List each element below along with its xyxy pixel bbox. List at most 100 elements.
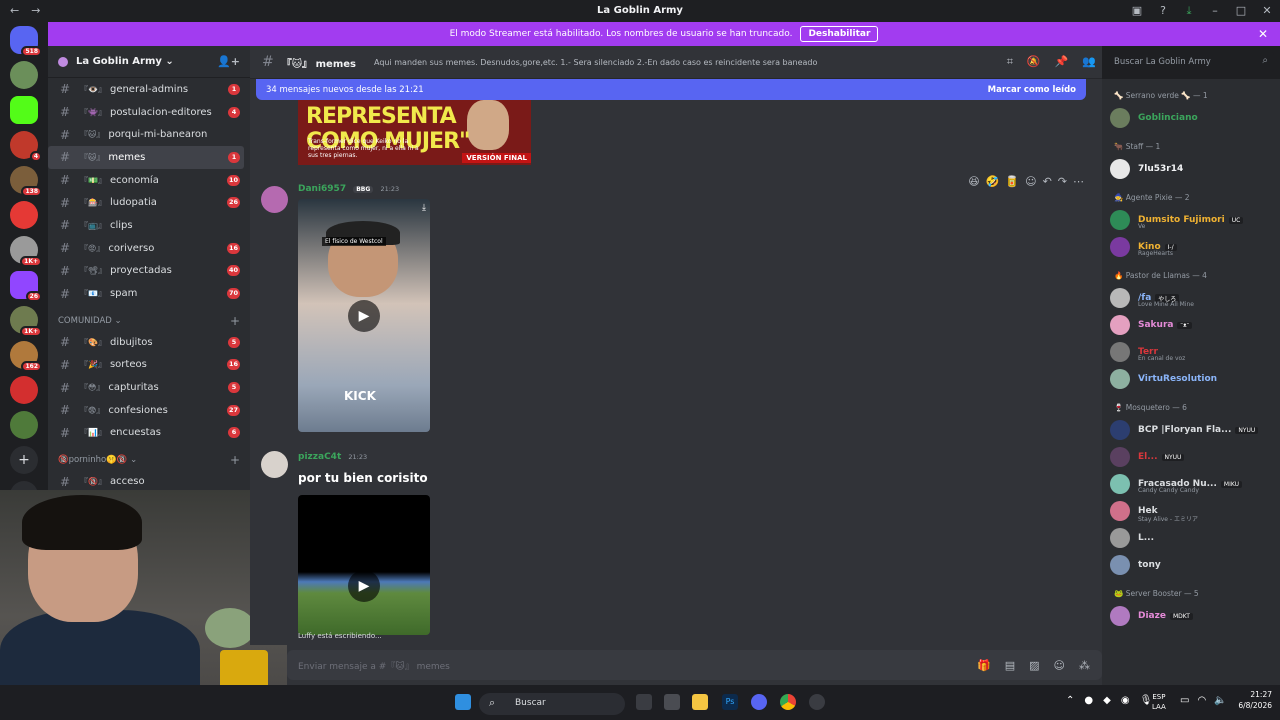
video-attachment[interactable]: ▶ [298,495,430,635]
kick-server-icon[interactable] [10,96,38,124]
member-item[interactable]: tony [1110,552,1276,578]
tray-expand-icon[interactable]: ⌃ [1066,695,1074,706]
minimize-icon[interactable]: – [1202,0,1228,21]
channel-item-acceso[interactable]: # 『🔞』 acceso [48,470,244,490]
invite-icon[interactable]: 👤+ [217,55,240,68]
channel-item-postulacion-editores[interactable]: # 『👾』 postulacion-editores 4 [48,101,244,124]
download-icon[interactable]: ⤓ [422,203,426,213]
notification-icon[interactable]: 🔕 [1027,55,1041,69]
pin-icon[interactable]: 📌 [1055,55,1069,69]
member-item[interactable]: Fracasado Nu... MIKU Candy Candy Candy [1110,471,1276,497]
channel-item-sorteos[interactable]: # 『🎉』 sorteos 16 [48,354,244,377]
tray-app-icon[interactable]: ◆ [1103,695,1111,706]
channel-item-economía[interactable]: # 『💵』 economía 10 [48,169,244,192]
download-icon[interactable]: ⤓ [1176,0,1202,21]
new-messages-bar[interactable]: 34 mensajes nuevos desde las 21:21 Marca… [256,79,1086,100]
message-author[interactable]: pizzaC4t 21:23 [298,452,367,462]
server-icon[interactable]: 138 [10,166,42,197]
channel-item-porqui-mi-banearon[interactable]: # 『🐱』 porqui-mi-banearon [48,123,244,146]
member-item[interactable]: VirtuResolution [1110,366,1276,392]
disable-button[interactable]: Deshabilitar [800,26,879,42]
avatar[interactable] [261,186,288,213]
channel-item-capturitas[interactable]: # 『😳』 capturitas 5 [48,376,244,399]
twitch-server-icon[interactable]: 26 [10,271,42,302]
chrome-icon[interactable] [780,694,796,710]
server-icon[interactable]: 1K+ [10,236,42,267]
clock[interactable]: 21:27 6/8/2026 [1238,689,1272,711]
server-icon[interactable]: 4 [10,131,42,162]
language-indicator[interactable]: ESP LAA [1152,692,1166,712]
channel-item-ludopatia[interactable]: # 『🎰』 ludopatia 26 [48,191,244,214]
guild-header[interactable]: La Goblin Army ⌄ 👤+ [48,46,250,78]
add-channel-icon[interactable]: + [230,314,240,328]
app-icon[interactable] [664,694,680,710]
channel-item-proyectadas[interactable]: # 『📽』 proyectadas 40 [48,260,244,283]
tray-app-icon[interactable]: ◉ [1121,695,1130,706]
play-icon[interactable]: ▶ [348,570,380,602]
add-channel-icon[interactable]: + [230,453,240,467]
threads-icon[interactable]: ⌗ [1007,55,1013,69]
channel-item-general-admins[interactable]: # 『👁️』 general-admins 1 [48,78,244,101]
meme-image[interactable]: REPRESENTA COMO MUJER" Trans-former dice… [298,100,531,165]
close-icon[interactable]: ✕ [1258,27,1268,41]
home-discord-icon[interactable]: 518 [10,26,42,57]
tray-app-icon[interactable]: ● [1084,695,1093,706]
app-icon[interactable] [809,694,825,710]
task-view-icon[interactable] [636,694,652,710]
mark-read-button[interactable]: Marcar como leído [988,85,1076,95]
gif-icon[interactable]: ▤ [1005,659,1015,672]
sticker-icon[interactable]: ▨ [1029,659,1039,672]
member-item[interactable]: Kino I-/RageHearts [1110,234,1276,260]
play-icon[interactable]: ▶ [348,299,380,332]
server-icon[interactable] [10,201,38,229]
member-item[interactable]: Dumsito Fujimori UC Ve [1110,207,1276,233]
member-item[interactable]: L... [1110,525,1276,551]
channel-topic[interactable]: Aqui manden sus memes. Desnudos,gore,etc… [374,58,817,67]
add-server-icon[interactable]: + [10,446,38,474]
inbox-icon[interactable]: ▣ [1124,0,1150,21]
server-icon[interactable] [10,376,38,404]
member-list-icon[interactable]: 👥 [1082,55,1096,69]
server-icon[interactable]: 1K+ [10,306,42,337]
server-icon[interactable]: 162 [10,341,42,372]
member-item[interactable]: BCP |Floryan Fla... NYUU [1110,417,1276,443]
server-icon[interactable] [10,411,38,439]
gift-icon[interactable]: 🎁 [977,659,991,672]
channel-item-confesiones[interactable]: # 『😨』 confesiones 27 [48,399,244,422]
message-input[interactable]: Enviar mensaje a #『🐱』 memes 🎁 ▤ ▨ ☺ ⁂ [287,650,1102,680]
avatar[interactable] [261,451,288,478]
member-item[interactable]: Hek Stay Alive - エミリア [1110,498,1276,524]
member-item[interactable]: El... NYUU [1110,444,1276,470]
photoshop-icon[interactable]: Ps [722,694,738,710]
member-item[interactable]: Terr En canal de voz [1110,339,1276,365]
wifi-icon[interactable]: ◠ [1197,695,1206,706]
member-item[interactable]: 7lu53r14 [1110,156,1276,182]
close-window-icon[interactable]: ✕ [1254,0,1280,21]
video-attachment[interactable]: El físico de Westcol ▶ KICK ⤓ [298,199,430,432]
server-icon[interactable] [10,61,38,89]
microphone-icon[interactable]: 🎙 [1140,695,1153,706]
taskbar-search[interactable]: ⌕ Buscar [479,693,625,715]
message-author[interactable]: Dani6957 BBG 21:23 [298,184,399,194]
search-input[interactable]: Buscar La Goblin Army ⌕ [1108,52,1274,72]
help-icon[interactable]: ? [1150,0,1176,21]
channel-item-clips[interactable]: # 『📺』 clips [48,214,244,237]
apps-icon[interactable]: ⁂ [1079,659,1090,672]
channel-item-spam[interactable]: # 『📧』 spam 70 [48,282,244,305]
member-item[interactable]: Diaze MDKT [1110,603,1276,629]
category-comunidad[interactable]: COMUNIDAD ⌄ + [48,311,250,331]
volume-icon[interactable]: 🔈 [1214,695,1226,706]
channel-item-encuestas[interactable]: # 『📊』 encuestas 6 [48,422,244,445]
category-porninho[interactable]: 🔞porninho🤫🔞 ⌄ + [48,450,250,470]
channel-item-dibujitos[interactable]: # 『🎨』 dibujitos 5 [48,331,244,354]
network-icon[interactable]: ▭ [1180,695,1189,706]
channel-item-coriverso[interactable]: # 『😡』 coriverso 16 [48,237,244,260]
member-item[interactable]: Sakura ᵔᴥᵔ [1110,312,1276,338]
member-item[interactable]: Goblinciano [1110,105,1276,131]
file-explorer-icon[interactable] [692,694,708,710]
maximize-icon[interactable]: □ [1228,0,1254,21]
discord-icon[interactable] [751,694,767,710]
channel-item-memes[interactable]: # 『🐱』 memes 1 [48,146,244,169]
start-icon[interactable] [455,694,471,710]
emoji-icon[interactable]: ☺ [1054,659,1065,672]
